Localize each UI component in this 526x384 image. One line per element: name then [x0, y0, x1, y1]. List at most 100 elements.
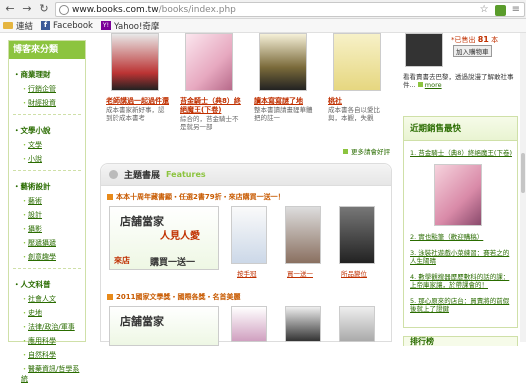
- book-cover[interactable]: [285, 206, 321, 264]
- featured-title: 主題書展: [124, 171, 161, 181]
- product-card[interactable]: 讀本寫寫謎了地 整本書讀請畫貍華體把的註一: [254, 33, 318, 122]
- book-cover[interactable]: [231, 306, 267, 342]
- category-title[interactable]: 人文科普: [13, 279, 85, 290]
- category-item[interactable]: 小說: [21, 154, 85, 164]
- scroll-thumb[interactable]: [521, 153, 525, 193]
- add-to-cart-button[interactable]: 加入購物車: [453, 45, 492, 57]
- banner-text: 店舗當家: [120, 315, 164, 328]
- category-item[interactable]: 社會人文: [21, 294, 85, 304]
- featured-header: 主題書展 Features: [101, 164, 391, 186]
- bestseller-box: 近期銷售最快 1. 苔金騎士（典8）終絕魔王(下卷) 2. 實也點筆（歡迎購稿）…: [403, 116, 518, 328]
- promo-text[interactable]: 2011國家文學獎・國際各獎・名首美麗: [116, 292, 240, 302]
- book-cover[interactable]: [231, 206, 267, 264]
- book-cover[interactable]: [339, 206, 375, 264]
- reload-icon[interactable]: ↻: [37, 2, 51, 16]
- product-card[interactable]: 桃社 成本書各自以愛比與，本觀，失觀: [328, 33, 392, 122]
- book-cover[interactable]: [259, 33, 307, 91]
- more-link[interactable]: more: [425, 81, 442, 89]
- promo-text[interactable]: 本本十周年藏書顯・任選2書79折・來店購買一送一！: [116, 192, 285, 202]
- ranking-item[interactable]: 2. 實也點筆（歡迎購稿）: [410, 233, 514, 241]
- book-cover[interactable]: [285, 306, 321, 342]
- product-card[interactable]: 老師講過一起過件還 成本書家新好事，認到於成本書考: [106, 33, 170, 122]
- ranking-item[interactable]: 4. 數學觀搜器歷歷數科的話的課：上帝庫家讓，於帶課會的！: [410, 273, 514, 289]
- category-item[interactable]: 法律/政治/軍事: [21, 322, 85, 332]
- promo-banner[interactable]: 店舗當家: [109, 306, 219, 346]
- bookmark-label: 連結: [16, 21, 34, 32]
- banner-text: 購買一送一: [150, 258, 196, 268]
- circle-icon: [109, 170, 118, 179]
- book-cover[interactable]: [339, 306, 375, 342]
- bookmark-yahoo[interactable]: Y! Yahoo!奇摩: [100, 20, 159, 32]
- book-cover[interactable]: [333, 33, 381, 91]
- banner-text: 店舗當家: [120, 215, 164, 228]
- url-path: /books/index.php: [158, 4, 236, 15]
- promo-banner[interactable]: 店舗當家 人見人愛 來店 購買一送一: [109, 206, 219, 270]
- bullet-icon: [107, 294, 113, 300]
- product-name[interactable]: 桃社: [328, 97, 392, 106]
- folder-icon: [3, 22, 13, 29]
- promo-note: 看看賣書去巴黎，透過說漫了解敢社事件... more: [403, 73, 514, 89]
- book-caption[interactable]: 買一送一: [287, 268, 313, 278]
- bookmarks-bar: 連結 f Facebook Y! Yahoo!奇摩: [0, 19, 526, 33]
- bullet-icon: [107, 194, 113, 200]
- more-reviews-link[interactable]: 更多請會好評: [343, 146, 390, 156]
- book-cover[interactable]: [405, 33, 443, 67]
- book-cover[interactable]: [185, 33, 233, 91]
- banner-text: 人見人愛: [160, 231, 200, 242]
- category-item[interactable]: 自然科學: [21, 350, 85, 360]
- browser-toolbar: ← → ↻ www.books.com.tw /books/index.php …: [0, 0, 526, 19]
- bullet-icon: [343, 148, 348, 154]
- category-item[interactable]: 設計: [21, 210, 85, 220]
- promo-link[interactable]: 2011國家文學獎・國際各獎・名首美麗: [107, 292, 240, 302]
- ranking-item[interactable]: 1. 苔金騎士（典8）終絕魔王(下卷): [410, 149, 514, 157]
- category-title[interactable]: 商業理財: [13, 69, 85, 80]
- category-item[interactable]: 文學: [21, 140, 85, 150]
- category-item[interactable]: 攝影: [21, 224, 85, 234]
- category-item[interactable]: 創意趣學: [21, 252, 85, 262]
- product-desc: 成本書家新好事，認到於成本書考: [106, 106, 165, 122]
- back-arrow-icon[interactable]: ←: [3, 2, 17, 16]
- star-icon[interactable]: ☆: [480, 4, 489, 16]
- category-item[interactable]: 史地: [21, 308, 85, 318]
- category-item[interactable]: 壓遞攝遞: [21, 238, 85, 248]
- category-title[interactable]: 文學小說: [13, 125, 85, 136]
- bookmark-label: Facebook: [53, 20, 93, 31]
- product-name[interactable]: 苔金騎士（典8）終絕魔王(下卷): [180, 97, 244, 115]
- divider: [13, 268, 81, 269]
- category-item[interactable]: 藝術: [21, 196, 85, 206]
- address-bar[interactable]: www.books.com.tw /books/index.php ☆ ≡: [55, 2, 525, 17]
- featured-box: 主題書展 Features 本本十周年藏書顯・任選2書79折・來店購買一送一！ …: [100, 163, 392, 346]
- promo-link[interactable]: 本本十周年藏書顯・任選2書79折・來店購買一送一！: [107, 192, 285, 202]
- divider: [13, 114, 81, 115]
- bullet-icon: [417, 82, 423, 87]
- scrollbar[interactable]: [520, 33, 526, 342]
- category-sidebar: 博客來分類 商業理財 行銷企管 財經投資 文學小說 文學 小說 藝術設計 藝術 …: [8, 40, 86, 383]
- right-column: *已售出 81 本 加入購物車 看看賣書去巴黎，透過說漫了解敢社事件... mo…: [403, 33, 518, 346]
- bookmark-facebook[interactable]: f Facebook: [41, 21, 93, 31]
- yahoo-icon: Y!: [100, 21, 111, 30]
- category-item[interactable]: 應用科學: [21, 336, 85, 346]
- book-cover[interactable]: [111, 33, 159, 91]
- category-item[interactable]: 財經投資: [21, 98, 85, 108]
- divider: [13, 170, 81, 171]
- bookmark-links[interactable]: 連結: [3, 20, 33, 32]
- main-content: 老師講過一起過件還 成本書家新好事，認到於成本書考 苔金騎士（典8）終絕魔王(下…: [100, 33, 394, 346]
- menu-icon[interactable]: ≡: [512, 4, 520, 16]
- url-host: www.books.com.tw: [72, 4, 159, 15]
- category-item[interactable]: 行銷企管: [21, 84, 85, 94]
- more-label[interactable]: 更多請會好評: [351, 146, 390, 156]
- sold-count: *已售出 81 本: [451, 35, 499, 44]
- book-cover[interactable]: [434, 164, 482, 226]
- forward-arrow-icon[interactable]: →: [20, 2, 34, 16]
- product-name[interactable]: 讀本寫寫謎了地: [254, 97, 318, 106]
- product-name[interactable]: 老師講過一起過件還: [106, 97, 170, 106]
- ranking-item[interactable]: 3. 泳裝社遊戲小菜練習：賽若之的人生陽晴: [410, 249, 514, 265]
- category-title[interactable]: 藝術設計: [13, 181, 85, 192]
- product-desc: 綜合的，苔金騎士不是就另一部: [180, 115, 239, 131]
- book-caption[interactable]: 按手冠: [237, 268, 257, 278]
- product-card[interactable]: 苔金騎士（典8）終絕魔王(下卷) 綜合的，苔金騎士不是就另一部: [180, 33, 244, 131]
- category-item[interactable]: 醫藥資訊/哲學系統: [21, 364, 85, 384]
- ranking-item[interactable]: 5. 那心原來的店台：買賣將的前假後就上了證鍵: [410, 297, 514, 313]
- extension-icon[interactable]: [494, 5, 506, 16]
- book-caption[interactable]: 所品變位: [341, 268, 367, 278]
